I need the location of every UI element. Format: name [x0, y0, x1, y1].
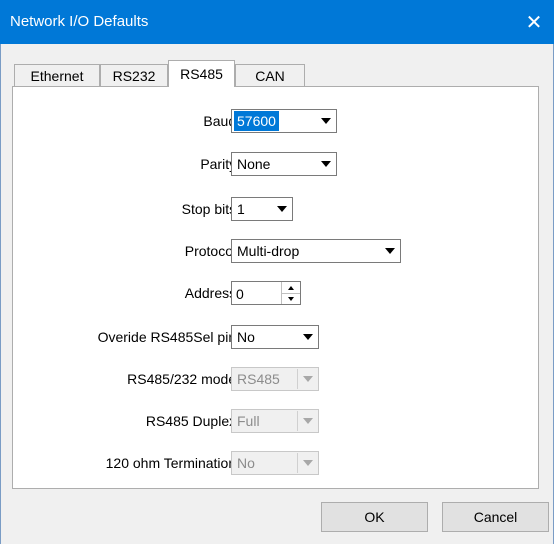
duplex-label: RS485 Duplex: — [145, 413, 240, 429]
parity-select[interactable]: None — [231, 152, 337, 176]
tab-can[interactable]: CAN — [235, 64, 305, 86]
mode-select: RS485 — [231, 367, 319, 391]
override-label: Overide RS485Sel pin: — [97, 329, 240, 345]
ok-button[interactable]: OK — [321, 502, 428, 532]
chevron-up-icon — [288, 285, 294, 290]
stop-bits-dropdown-button[interactable] — [272, 199, 291, 219]
parity-row: Parity: None — [13, 152, 540, 176]
title-bar: Network I/O Defaults ✕ — [0, 0, 554, 44]
address-value: 0 — [236, 286, 244, 302]
duplex-dropdown-button — [297, 411, 317, 431]
duplex-value: Full — [237, 413, 260, 429]
mode-value: RS485 — [237, 371, 280, 387]
termination-select: No — [231, 451, 319, 475]
parity-value: None — [237, 156, 271, 172]
chevron-down-icon — [302, 418, 313, 424]
chevron-down-icon — [320, 161, 331, 167]
override-row: Overide RS485Sel pin: No — [13, 325, 540, 349]
address-spinner[interactable]: 0 — [231, 281, 301, 305]
tab-rs232[interactable]: RS232 — [100, 64, 168, 86]
termination-dropdown-button — [297, 453, 317, 473]
spin-down-button[interactable] — [282, 293, 300, 304]
baud-dropdown-button[interactable] — [316, 111, 335, 131]
override-value: No — [237, 329, 255, 345]
baud-select[interactable]: 57600 — [231, 109, 337, 133]
chevron-down-icon — [302, 460, 313, 466]
chevron-down-icon — [320, 118, 331, 124]
rs485-settings-panel: Baud: 57600 Parity: None Stop bits: 1 Pr… — [12, 86, 539, 489]
mode-label: RS485/232 mode: — [127, 371, 240, 387]
stop-bits-select[interactable]: 1 — [231, 197, 293, 221]
chevron-down-icon — [302, 376, 313, 382]
parity-dropdown-button[interactable] — [316, 154, 335, 174]
baud-value: 57600 — [234, 111, 279, 131]
window-title: Network I/O Defaults — [10, 13, 149, 30]
close-icon: ✕ — [525, 11, 543, 34]
baud-row: Baud: 57600 — [13, 109, 540, 133]
termination-row: 120 ohm Termination: No — [13, 451, 540, 475]
window-border-left — [0, 44, 1, 544]
termination-label: 120 ohm Termination: — [105, 455, 240, 471]
stop-bits-row: Stop bits: 1 — [13, 197, 540, 221]
chevron-down-icon — [288, 296, 294, 301]
override-select[interactable]: No — [231, 325, 319, 349]
tab-rs485[interactable]: RS485 — [168, 60, 235, 87]
chevron-down-icon — [302, 334, 313, 340]
termination-value: No — [237, 455, 255, 471]
protocol-value: Multi-drop — [237, 243, 300, 259]
duplex-select: Full — [231, 409, 319, 433]
protocol-select[interactable]: Multi-drop — [231, 239, 401, 263]
address-row: Address: 0 — [13, 281, 540, 305]
override-dropdown-button[interactable] — [298, 327, 317, 347]
close-button[interactable]: ✕ — [514, 0, 554, 44]
mode-row: RS485/232 mode: RS485 — [13, 367, 540, 391]
mode-dropdown-button — [297, 369, 317, 389]
tab-ethernet[interactable]: Ethernet — [14, 64, 100, 86]
stop-bits-value: 1 — [237, 201, 245, 217]
protocol-row: Protocol: Multi-drop — [13, 239, 540, 263]
chevron-down-icon — [276, 206, 287, 212]
cancel-button[interactable]: Cancel — [442, 502, 549, 532]
protocol-dropdown-button[interactable] — [380, 241, 399, 261]
chevron-down-icon — [384, 248, 395, 254]
address-spin-buttons — [281, 282, 300, 304]
duplex-row: RS485 Duplex: Full — [13, 409, 540, 433]
